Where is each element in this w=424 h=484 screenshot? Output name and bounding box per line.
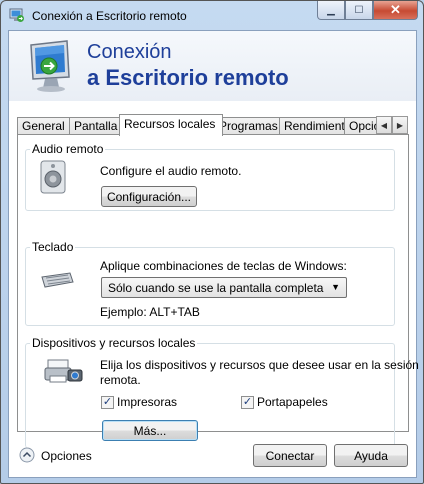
devices-group: Dispositivos y recursos locales Elija lo… — [25, 336, 419, 448]
keyboard-group: Teclado Aplique combinaciones de teclas … — [25, 240, 395, 326]
window-title: Conexión a Escritorio remoto — [32, 9, 187, 23]
minimize-icon: ▁ — [327, 4, 335, 16]
windows-key-combinations-value: Sólo cuando se use la pantalla completa — [108, 281, 324, 295]
clipboard-checkbox[interactable]: ✓ — [241, 396, 254, 409]
keyboard-icon — [41, 272, 74, 288]
clipboard-label: Portapapeles — [257, 395, 328, 409]
banner: Conexión a Escritorio remoto — [9, 31, 416, 101]
arrow-left-icon: ◀ — [380, 120, 388, 130]
caption-buttons: ▁ ☐ ✕ — [317, 1, 418, 20]
arrow-right-icon: ▶ — [396, 120, 404, 130]
banner-title-line2: a Escritorio remoto — [87, 65, 289, 90]
audio-group-label: Audio remoto — [30, 142, 106, 156]
checkmark-icon: ✓ — [242, 396, 253, 408]
remote-desktop-monitor-icon — [30, 40, 70, 92]
tab-programas[interactable]: Programas — [214, 117, 280, 135]
printers-checkbox[interactable]: ✓ — [101, 396, 114, 409]
connect-button[interactable]: Conectar — [253, 444, 327, 467]
speaker-icon — [40, 160, 66, 194]
options-expand-icon[interactable] — [19, 447, 35, 463]
tab-scroll-right-button[interactable]: ▶ — [392, 116, 408, 134]
maximize-icon: ☐ — [354, 4, 364, 16]
tab-scroll-left-button[interactable]: ◀ — [376, 116, 392, 134]
chevron-down-icon: ▼ — [331, 282, 340, 292]
tab-panel-recursos-locales: Audio remoto Configure el audio remoto. … — [17, 134, 419, 448]
devices-printer-camera-icon — [44, 359, 83, 383]
tab-pantalla[interactable]: Pantalla — [69, 117, 122, 135]
maximize-button[interactable]: ☐ — [345, 1, 373, 20]
devices-group-label: Dispositivos y recursos locales — [30, 336, 198, 350]
minimize-button[interactable]: ▁ — [317, 1, 345, 20]
keyboard-group-label: Teclado — [30, 240, 76, 254]
more-devices-button[interactable]: Más... — [102, 420, 198, 441]
printers-label: Impresoras — [117, 395, 178, 409]
banner-title-line1: Conexión — [87, 41, 172, 63]
audio-group: Audio remoto Configure el audio remoto. … — [25, 142, 395, 211]
remote-desktop-window: Conexión a Escritorio remoto ▁ ☐ ✕ Conex… — [0, 0, 424, 484]
close-icon: ✕ — [390, 2, 401, 17]
devices-description-line2: remota. — [100, 373, 141, 387]
checkmark-icon: ✓ — [102, 396, 113, 408]
keyboard-example: Ejemplo: ALT+TAB — [100, 305, 200, 319]
remote-desktop-app-icon — [9, 8, 24, 22]
windows-key-combinations-select[interactable]: Sólo cuando se use la pantalla completa … — [101, 277, 347, 298]
audio-description: Configure el audio remoto. — [100, 164, 242, 178]
help-button[interactable]: Ayuda — [334, 444, 408, 467]
tab-general[interactable]: General — [17, 117, 70, 135]
keyboard-description: Aplique combinaciones de teclas de Windo… — [100, 259, 347, 273]
tab-recursos-locales[interactable]: Recursos locales — [119, 114, 223, 136]
options-toggle-label[interactable]: Opciones — [41, 449, 92, 463]
audio-settings-button[interactable]: Configuración... — [101, 186, 197, 207]
devices-description-line1: Elija los dispositivos y recursos que de… — [100, 358, 419, 372]
title-bar[interactable]: Conexión a Escritorio remoto ▁ ☐ ✕ — [1, 1, 423, 29]
close-button[interactable]: ✕ — [373, 1, 418, 20]
window-client-area: Conexión a Escritorio remoto General Pan… — [8, 30, 419, 478]
tab-strip: General Pantalla Recursos locales Progra… — [17, 114, 409, 136]
